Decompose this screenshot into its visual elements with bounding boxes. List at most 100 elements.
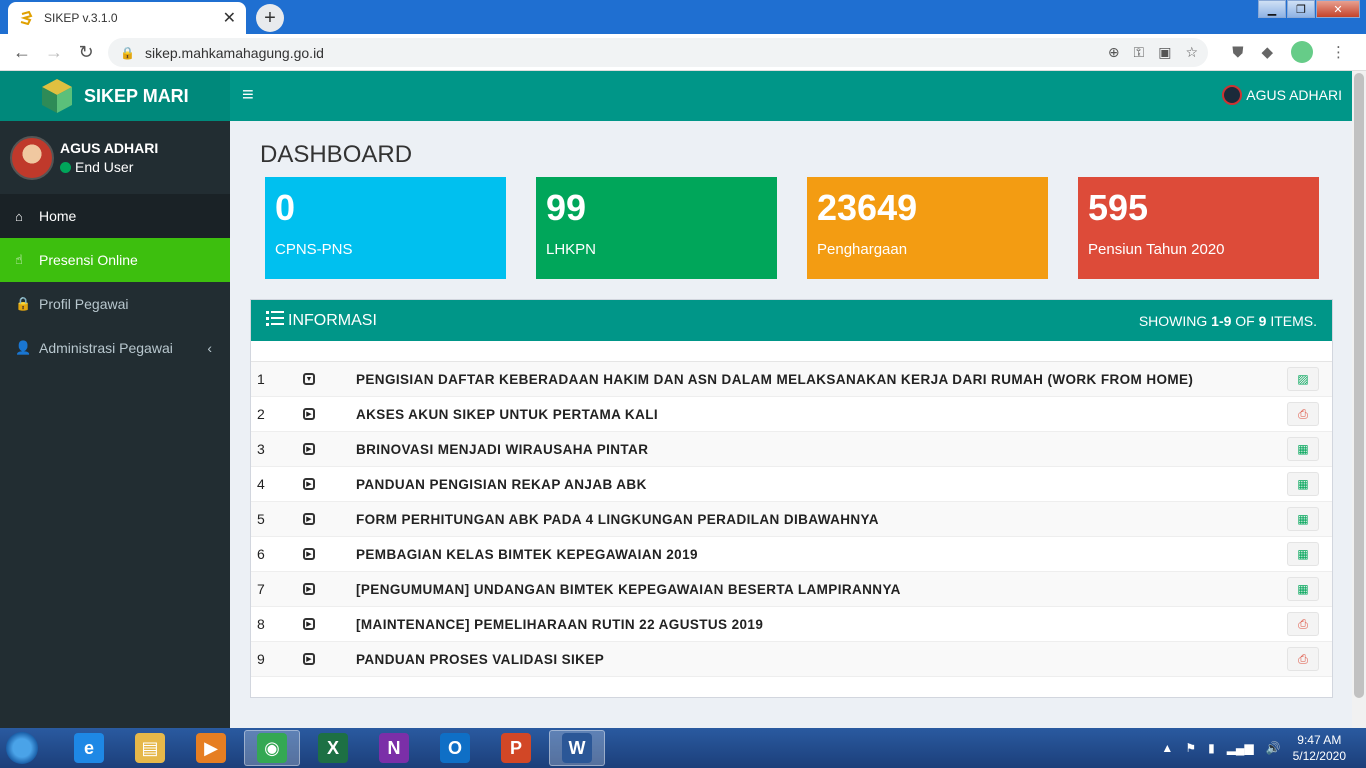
back-arrow-icon[interactable]: ← (6, 42, 38, 63)
start-button[interactable] (0, 728, 44, 768)
pdf-file-icon[interactable]: ⎙ (1287, 402, 1319, 426)
table-row[interactable]: 1 ▼ PENGISIAN DAFTAR KEBERADAAN HAKIM DAN … (251, 362, 1332, 397)
expand-row-button[interactable]: ▶ (303, 653, 356, 665)
table-row[interactable]: 2 ▶ AKSES AKUN SIKEP UNTUK PERTAMA KALI ⎙ (251, 397, 1332, 432)
table-row[interactable]: 5 ▶ FORM PERHITUNGAN ABK PADA 4 LINGKUNGAN… (251, 502, 1332, 537)
table-row[interactable]: 4 ▶ PANDUAN PENGISIAN REKAP ANJAB ABK ▦ (251, 467, 1332, 502)
expand-row-button[interactable]: ▶ (303, 583, 356, 595)
word-icon: W (562, 733, 592, 763)
main-content: DASHBOARD 0 CPNS-PNS 99 LHKPN 23649 Peng… (230, 121, 1352, 728)
expand-row-button[interactable]: ▶ (303, 443, 356, 455)
volume-icon[interactable]: 🔊 (1266, 741, 1281, 755)
taskbar-app-chrome[interactable]: ◉ (244, 730, 300, 766)
expand-row-button[interactable]: ▼ (303, 373, 356, 385)
windows-logo-icon (6, 732, 38, 764)
table-row[interactable]: 7 ▶ [PENGUMUMAN] UNDANGAN BIMTEK KEPEGAWAI… (251, 572, 1332, 607)
home-icon: ⌂ (15, 208, 23, 224)
excel-file-icon[interactable]: ▦ (1287, 577, 1319, 601)
stat-label: Penghargaan (817, 241, 908, 258)
battery-icon[interactable]: ▮ (1208, 741, 1215, 755)
table-row[interactable]: 3 ▶ BRINOVASI MENJADI WIRAUSAHA PINTAR ▦ (251, 432, 1332, 467)
expand-row-button[interactable]: ▶ (303, 513, 356, 525)
row-title[interactable]: PEMBAGIAN KELAS BIMTEK KEPEGAWAIAN 2019 (356, 547, 1287, 562)
header-user-name: AGUS ADHARI (1246, 87, 1342, 103)
table-row[interactable]: 8 ▶ [MAINTENANCE] PEMELIHARAAN RUTIN 22 AG… (251, 607, 1332, 642)
row-title[interactable]: PENGISIAN DAFTAR KEBERADAAN HAKIM DAN AS… (356, 372, 1287, 387)
sidebar-item-home[interactable]: ⌂ Home (0, 194, 230, 238)
extension-icon[interactable]: ◆ (1261, 43, 1273, 61)
reload-icon[interactable]: ↻ (70, 42, 102, 63)
new-tab-button[interactable]: + (256, 4, 284, 32)
sidebar-item-administrasi-pegawai[interactable]: 👤 Administrasi Pegawai ‹ (0, 326, 230, 370)
taskbar-app-powerpoint[interactable]: P (488, 730, 544, 766)
stat-box-cpns-pns[interactable]: 0 CPNS-PNS (265, 177, 506, 279)
table-row[interactable]: 9 ▶ PANDUAN PROSES VALIDASI SIKEP ⎙ (251, 642, 1332, 677)
taskbar-app-internet-explorer[interactable]: e (61, 730, 117, 766)
more-menu-icon[interactable]: ⋮ (1331, 43, 1346, 61)
row-title[interactable]: [PENGUMUMAN] UNDANGAN BIMTEK KEPEGAWAIAN… (356, 582, 1287, 597)
close-window-button[interactable]: ✕ (1316, 0, 1360, 18)
user-icon: 👤 (15, 340, 32, 355)
excel-file-icon[interactable]: ▦ (1287, 507, 1319, 531)
page-scrollbar[interactable] (1352, 71, 1366, 728)
pdf-file-icon[interactable]: ⎙ (1287, 647, 1319, 671)
taskbar-app-file-explorer[interactable]: ▤ (122, 730, 178, 766)
menu-toggle-icon[interactable]: ≡ (242, 84, 254, 107)
taskbar-app-excel[interactable]: X (305, 730, 361, 766)
sidebar-item-profil-pegawai[interactable]: 🔒 Profil Pegawai (0, 282, 230, 326)
address-bar[interactable]: 🔒 sikep.mahkamahagung.go.id ⊕ ⚿ ▣ ☆ (108, 38, 1208, 67)
taskbar-app-media-player[interactable]: ▶ (183, 730, 239, 766)
row-title[interactable]: BRINOVASI MENJADI WIRAUSAHA PINTAR (356, 442, 1287, 457)
stat-box-penghargaan[interactable]: 23649 Penghargaan (807, 177, 1048, 279)
clock-time: 9:47 AM (1297, 733, 1342, 747)
location-icon[interactable]: ⊕ (1108, 44, 1120, 61)
stat-box-lhkpn[interactable]: 99 LHKPN (536, 177, 777, 279)
pdf-file-icon[interactable]: ⎙ (1287, 612, 1319, 636)
onenote-icon: N (379, 733, 409, 763)
row-title[interactable]: PANDUAN PROSES VALIDASI SIKEP (356, 652, 1287, 667)
table-row[interactable]: 6 ▶ PEMBAGIAN KELAS BIMTEK KEPEGAWAIAN 201… (251, 537, 1332, 572)
caret-square-icon: ▶ (303, 583, 315, 595)
taskbar-app-outlook[interactable]: O (427, 730, 483, 766)
key-icon[interactable]: ⚿ (1134, 44, 1145, 61)
expand-row-button[interactable]: ▶ (303, 548, 356, 560)
excel-file-icon[interactable]: ▦ (1287, 472, 1319, 496)
scrollbar-thumb[interactable] (1354, 73, 1364, 698)
logo[interactable]: SIKEP MARI (0, 71, 230, 121)
sidebar-item-label: Administrasi Pegawai (39, 340, 173, 356)
forward-arrow-icon[interactable]: → (38, 42, 70, 63)
system-clock[interactable]: 9:47 AM 5/12/2020 (1293, 732, 1346, 764)
windows-taskbar: e ▤ ▶ ◉ X N O P W ▲ ⚑ ▮ ▂▄▆ 🔊 9:47 AM 5/12/2020 (0, 728, 1366, 768)
stat-box-pensiun[interactable]: 595 Pensiun Tahun 2020 (1078, 177, 1319, 279)
translate-icon[interactable]: ▣ (1158, 44, 1171, 61)
minimize-button[interactable]: ▁ (1258, 0, 1286, 18)
shield-extension-icon[interactable]: ⛊ (1232, 44, 1243, 61)
sidebar-item-label: Home (39, 208, 77, 224)
informasi-header: INFORMASI SHOWING 1-9 OF 9 ITEMS. (251, 300, 1332, 341)
expand-row-button[interactable]: ▶ (303, 408, 356, 420)
show-hidden-icons[interactable]: ▲ (1161, 741, 1173, 755)
row-title[interactable]: [MAINTENANCE] PEMELIHARAAN RUTIN 22 AGUS… (356, 617, 1287, 632)
row-title[interactable]: FORM PERHITUNGAN ABK PADA 4 LINGKUNGAN P… (356, 512, 1287, 527)
tab-close-icon[interactable]: ✕ (223, 8, 236, 28)
row-title[interactable]: PANDUAN PENGISIAN REKAP ANJAB ABK (356, 477, 1287, 492)
image-file-icon[interactable]: ▨ (1287, 367, 1319, 391)
excel-file-icon[interactable]: ▦ (1287, 542, 1319, 566)
stat-value: 99 (546, 187, 587, 228)
row-title[interactable]: AKSES AKUN SIKEP UNTUK PERTAMA KALI (356, 407, 1287, 422)
expand-row-button[interactable]: ▶ (303, 478, 356, 490)
profile-avatar[interactable] (1291, 41, 1313, 63)
browser-tab[interactable]: SIKEP v.3.1.0 ✕ (8, 2, 246, 34)
row-number: 3 (257, 441, 265, 457)
star-icon[interactable]: ☆ (1185, 44, 1198, 61)
excel-file-icon[interactable]: ▦ (1287, 437, 1319, 461)
taskbar-app-word[interactable]: W (549, 730, 605, 766)
maximize-button[interactable]: ❐ (1287, 0, 1315, 18)
sidebar-item-presensi-online[interactable]: ☝ Presensi Online (0, 238, 230, 282)
signal-icon[interactable]: ▂▄▆ (1227, 741, 1254, 755)
app-name: SIKEP MARI (84, 85, 189, 106)
expand-row-button[interactable]: ▶ (303, 618, 356, 630)
action-center-flag-icon[interactable]: ⚑ (1185, 741, 1196, 755)
taskbar-app-onenote[interactable]: N (366, 730, 422, 766)
header-user-menu[interactable]: AGUS ADHARI (1222, 85, 1342, 105)
